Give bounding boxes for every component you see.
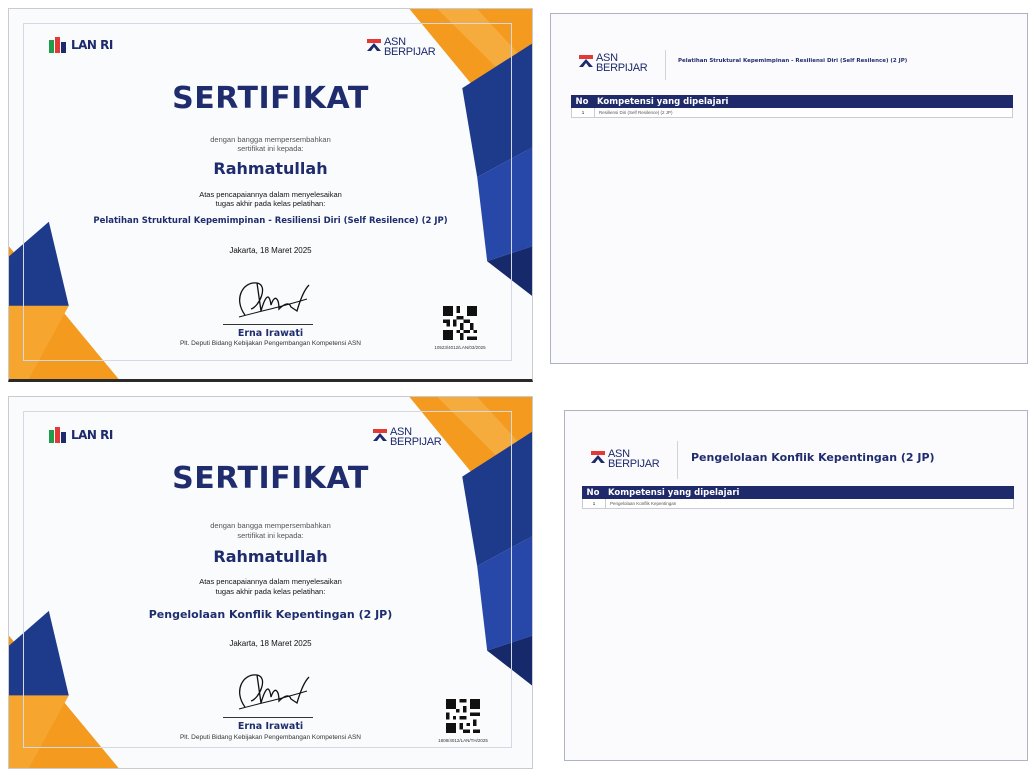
achievement-line-2: tugas akhir pada kelas pelatihan:: [215, 587, 326, 596]
column-header-competency: Kompetensi yang dipelajari: [597, 96, 729, 107]
competency-table: No Kompetensi yang dipelajari 1 Pengelol…: [582, 486, 1014, 509]
table-row: 1 Pengelolaan Konflik Kepentingan: [582, 499, 1014, 509]
table-row: 1 Resiliensi Diri (Self Resilence) (2 JP…: [571, 108, 1013, 118]
lan-ri-text: LAN RI: [71, 38, 113, 52]
intro-line-1: dengan bangga mempersembahkan: [210, 521, 331, 530]
header-divider: [665, 50, 666, 80]
lan-ri-logo: LAN RI: [49, 37, 113, 53]
competency-table: No Kompetensi yang dipelajari 1 Resilien…: [571, 95, 1013, 118]
table-header: No Kompetensi yang dipelajari: [571, 95, 1013, 108]
asn-berpijar-logo: ASN BERPIJAR: [373, 427, 442, 448]
certificate-2: LAN RI ASN BERPIJAR SERTIFIKAT dengan ba…: [8, 396, 533, 769]
row-no: 1: [581, 110, 585, 115]
lan-ri-logo: LAN RI: [49, 427, 113, 443]
berpijar-text: BERPIJAR: [390, 436, 442, 448]
asn-mark-icon: [579, 55, 593, 67]
issue-date: Jakarta, 18 Maret 2025: [229, 639, 312, 648]
berpijar-text: BERPIJAR: [608, 458, 660, 470]
competency-heading: Pelatihan Struktural Kepemimpinan - Resi…: [678, 58, 908, 64]
asn-berpijar-logo: ASN BERPIJAR: [591, 449, 660, 470]
asn-berpijar-logo: ASN BERPIJAR: [367, 37, 436, 58]
certificate-number: 10523/4012/LAN/03/2025: [434, 345, 486, 350]
lan-ri-mark-icon: [49, 37, 66, 53]
lan-ri-text: LAN RI: [71, 428, 113, 442]
intro-line-2: sertifikat ini kepada:: [237, 531, 304, 540]
qr-code-icon: [443, 306, 477, 340]
certificate-1: LAN RI ASN BERPIJAR SERTIFIKAT dengan ba…: [8, 8, 533, 382]
signature-icon: [238, 282, 310, 318]
row-competency: Pengelolaan Konflik Kepentingan: [605, 499, 676, 508]
certificate-title: SERTIFIKAT: [172, 81, 369, 116]
course-name: Pengelolaan Konflik Kepentingan (2 JP): [148, 608, 393, 621]
column-header-no: No: [575, 96, 589, 107]
certificate-number: 1808/4012/LAN/TH/2025: [438, 738, 488, 743]
recipient-name: Rahmatullah: [213, 547, 328, 566]
intro-line-2: sertifikat ini kepada:: [237, 144, 304, 153]
achievement-line-2: tugas akhir pada kelas pelatihan:: [215, 199, 326, 208]
header-divider: [677, 441, 678, 479]
berpijar-text: BERPIJAR: [596, 62, 648, 74]
certificate-title: SERTIFIKAT: [172, 461, 369, 496]
column-header-no: No: [586, 487, 600, 498]
qr-code-icon: [446, 699, 480, 733]
row-competency: Resiliensi Diri (Self Resilence) (2 JP): [594, 108, 673, 117]
competency-page-2: ASN BERPIJAR Pengelolaan Konflik Kepenti…: [564, 410, 1028, 761]
competency-page-1: ASN BERPIJAR Pelatihan Struktural Kepemi…: [550, 13, 1028, 364]
signature-line: [223, 717, 313, 718]
row-no: 1: [592, 501, 596, 506]
achievement-line-1: Atas pencapaiannya dalam menyelesaikan: [199, 577, 342, 586]
asn-mark-icon: [591, 451, 605, 463]
recipient-name: Rahmatullah: [213, 159, 328, 178]
course-name: Pelatihan Struktural Kepemimpinan - Resi…: [93, 216, 448, 226]
asn-berpijar-logo: ASN BERPIJAR: [579, 53, 648, 74]
issue-date: Jakarta, 18 Maret 2025: [229, 246, 312, 255]
column-header-competency: Kompetensi yang dipelajari: [608, 487, 740, 498]
lan-ri-mark-icon: [49, 427, 66, 443]
signature-icon: [238, 674, 310, 710]
table-header: No Kompetensi yang dipelajari: [582, 486, 1014, 499]
asn-mark-icon: [373, 429, 387, 441]
signature-line: [223, 324, 313, 325]
competency-heading: Pengelolaan Konflik Kepentingan (2 JP): [691, 451, 935, 464]
asn-mark-icon: [367, 39, 381, 51]
berpijar-text: BERPIJAR: [384, 46, 436, 58]
